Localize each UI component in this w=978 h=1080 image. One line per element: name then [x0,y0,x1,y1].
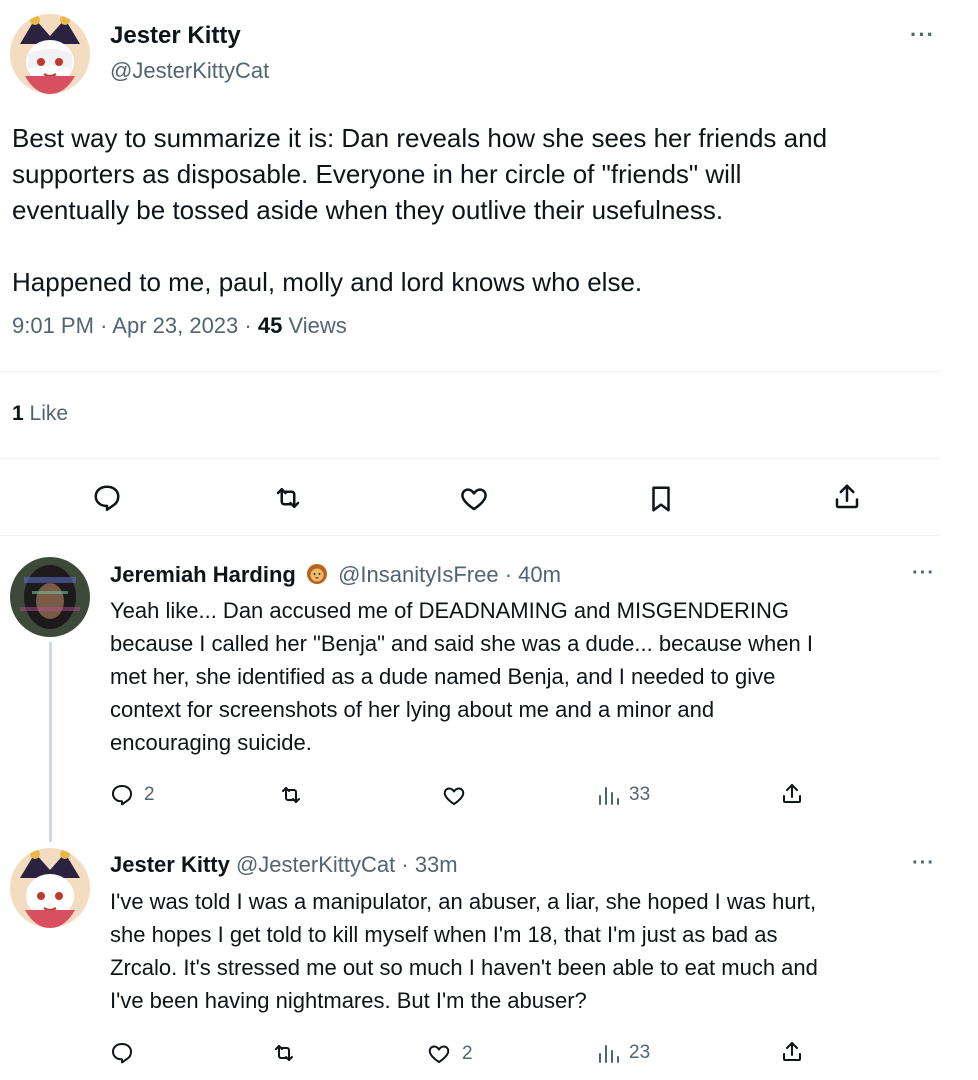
tweet-text-line: Happened to me, paul, molly and lord kno… [12,267,643,297]
views-count: 45 [257,313,283,338]
share-button[interactable] [780,1040,804,1064]
share-icon [783,1042,801,1061]
retweet-icon [282,787,300,803]
reply-author-name[interactable]: Jester Kitty [110,852,230,877]
likes-count: 1 [12,402,24,425]
author-name[interactable]: Jester Kitty [110,22,241,50]
reply-text-line: Yeah like... Dan accused me of DEADNAMIN… [110,598,789,623]
likes-link[interactable]: 1 Like [12,402,68,426]
more-icon[interactable]: ··· [912,562,935,585]
reply-header: Jester Kitty @JesterKittyCat · 33m [110,852,458,878]
reply-text-line: Zrcalo. It's stressed me out so much I h… [110,955,818,980]
tweet-meta: 9:01 PM · Apr 23, 2023 · 45 Views [12,313,347,339]
views-button[interactable]: 23 [597,1042,650,1064]
reply-author-handle[interactable]: @JesterKittyCat [236,852,395,877]
reply-avatar[interactable] [10,848,90,928]
like-icon [443,787,465,805]
share-icon [835,484,859,509]
tweet-date[interactable]: Apr 23, 2023 [112,313,238,338]
tweet-text: Best way to summarize it is: Dan reveals… [12,120,952,300]
reply-icon [112,785,132,806]
like-button[interactable] [441,784,477,808]
divider [0,458,940,459]
reply-text-line: I've been having nightmares. But I'm the… [110,988,587,1013]
more-icon[interactable]: ··· [912,852,935,875]
divider [0,371,940,372]
reply-text-line: met her, she identified as a dude named … [110,664,776,689]
separator: · [401,852,409,877]
tweet-text-line: eventually be tossed aside when they out… [12,195,724,225]
like-icon [428,1045,450,1063]
separator: · [100,313,108,338]
view-count: 23 [629,1042,651,1063]
retweet-button[interactable] [278,783,314,807]
reply-button[interactable] [92,483,122,513]
share-button[interactable] [832,482,862,512]
reply-time[interactable]: 40m [518,562,561,587]
reply-text-line: she hopes I get told to kill myself when… [110,922,778,947]
bookmark-icon [652,486,670,512]
tweet-text-line: supporters as disposable. Everyone in he… [12,159,742,189]
share-icon [783,784,801,803]
thread-line [49,642,52,842]
like-count: 2 [462,1043,473,1064]
reply-text-line: context for screenshots of her lying abo… [110,697,715,722]
reply-time[interactable]: 33m [415,852,458,877]
tweet-text-line: Best way to summarize it is: Dan reveals… [12,123,828,153]
bookmark-button[interactable] [648,484,674,514]
separator: · [244,313,252,338]
like-button[interactable] [459,484,489,514]
like-icon [461,488,487,511]
author-handle[interactable]: @JesterKittyCat [110,58,269,84]
more-icon[interactable]: ··· [910,22,935,48]
retweet-button[interactable] [271,1041,307,1065]
reply-text-line: encouraging suicide. [110,730,312,755]
retweet-icon [276,488,300,508]
reply-button[interactable] [110,1041,144,1065]
reply-author-name[interactable]: Jeremiah Harding [110,562,296,587]
reply-header: Jeremiah Harding @InsanityIsFree · 40m [110,562,561,588]
divider [0,535,940,536]
author-avatar[interactable] [10,14,90,94]
reply-button[interactable]: 2 [110,783,155,807]
reply-author-handle[interactable]: @InsanityIsFree [338,562,499,587]
reply-icon [112,1043,132,1064]
retweet-icon [275,1045,293,1061]
views-icon [599,787,619,805]
views-label: Views [288,313,347,338]
like-button[interactable]: 2 [426,1042,473,1066]
separator: · [504,562,513,587]
reply-count: 2 [144,784,155,805]
reply-text: Yeah like... Dan accused me of DEADNAMIN… [110,594,940,759]
reply-text-line: I've was told I was a manipulator, an ab… [110,889,817,914]
lion-emoji-icon [306,564,327,584]
reply-text: I've was told I was a manipulator, an ab… [110,885,940,1017]
likes-label: Like [29,402,69,425]
reply-avatar[interactable] [10,557,90,637]
view-count: 33 [629,784,651,805]
tweet-time[interactable]: 9:01 PM [12,313,94,338]
reply-icon [94,485,120,511]
views-button[interactable]: 33 [597,784,650,806]
share-button[interactable] [780,782,804,806]
views-icon [599,1045,619,1063]
retweet-button[interactable] [272,483,304,513]
reply-text-line: because I called her "Benja" and said sh… [110,631,813,656]
